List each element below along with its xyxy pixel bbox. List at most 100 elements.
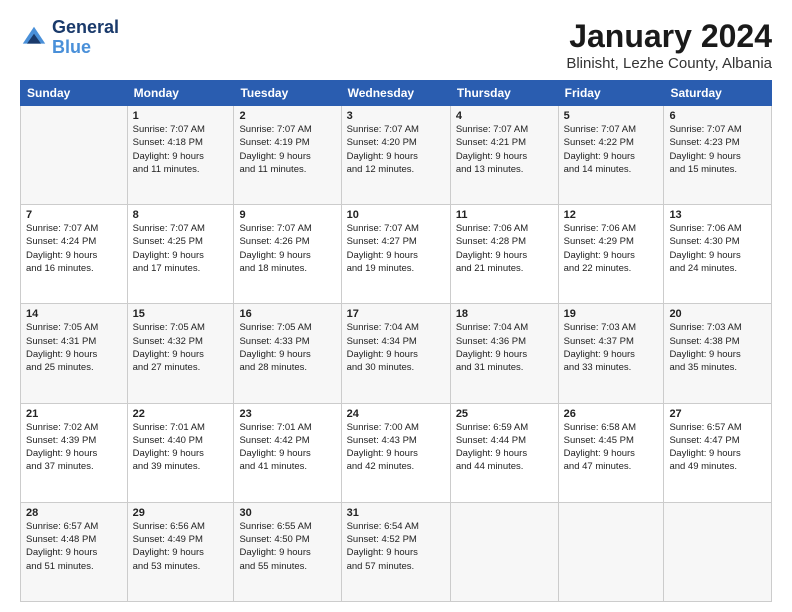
calendar-cell: 5Sunrise: 7:07 AMSunset: 4:22 PMDaylight… [558, 106, 664, 205]
cell-content: Sunrise: 7:06 AMSunset: 4:30 PMDaylight:… [669, 222, 766, 275]
title-block: January 2024 Blinisht, Lezhe County, Alb… [566, 18, 772, 72]
calendar-header: SundayMondayTuesdayWednesdayThursdayFrid… [21, 81, 772, 106]
cell-content: Sunrise: 7:03 AMSunset: 4:37 PMDaylight:… [564, 321, 659, 374]
cell-content: Sunrise: 7:07 AMSunset: 4:26 PMDaylight:… [239, 222, 335, 275]
calendar-cell: 1Sunrise: 7:07 AMSunset: 4:18 PMDaylight… [127, 106, 234, 205]
calendar-table: SundayMondayTuesdayWednesdayThursdayFrid… [20, 80, 772, 602]
day-number: 3 [347, 110, 445, 122]
calendar-cell: 31Sunrise: 6:54 AMSunset: 4:52 PMDayligh… [341, 502, 450, 601]
week-row-3: 14Sunrise: 7:05 AMSunset: 4:31 PMDayligh… [21, 304, 772, 403]
week-row-5: 28Sunrise: 6:57 AMSunset: 4:48 PMDayligh… [21, 502, 772, 601]
weekday-header-sunday: Sunday [21, 81, 128, 106]
weekday-header-tuesday: Tuesday [234, 81, 341, 106]
day-number: 2 [239, 110, 335, 122]
weekday-header-monday: Monday [127, 81, 234, 106]
logo-icon [20, 24, 48, 52]
calendar-cell: 23Sunrise: 7:01 AMSunset: 4:42 PMDayligh… [234, 403, 341, 502]
day-number: 8 [133, 209, 229, 221]
calendar-cell: 6Sunrise: 7:07 AMSunset: 4:23 PMDaylight… [664, 106, 772, 205]
cell-content: Sunrise: 7:02 AMSunset: 4:39 PMDaylight:… [26, 421, 122, 474]
day-number: 16 [239, 308, 335, 320]
day-number: 13 [669, 209, 766, 221]
calendar-cell: 21Sunrise: 7:02 AMSunset: 4:39 PMDayligh… [21, 403, 128, 502]
calendar-cell: 12Sunrise: 7:06 AMSunset: 4:29 PMDayligh… [558, 205, 664, 304]
cell-content: Sunrise: 7:07 AMSunset: 4:19 PMDaylight:… [239, 123, 335, 176]
calendar-cell [21, 106, 128, 205]
page-subtitle: Blinisht, Lezhe County, Albania [566, 55, 772, 72]
calendar-cell: 10Sunrise: 7:07 AMSunset: 4:27 PMDayligh… [341, 205, 450, 304]
day-number: 5 [564, 110, 659, 122]
day-number: 30 [239, 507, 335, 519]
cell-content: Sunrise: 7:07 AMSunset: 4:20 PMDaylight:… [347, 123, 445, 176]
calendar-cell: 13Sunrise: 7:06 AMSunset: 4:30 PMDayligh… [664, 205, 772, 304]
header: General Blue January 2024 Blinisht, Lezh… [20, 18, 772, 72]
cell-content: Sunrise: 6:54 AMSunset: 4:52 PMDaylight:… [347, 520, 445, 573]
day-number: 27 [669, 408, 766, 420]
calendar-cell: 18Sunrise: 7:04 AMSunset: 4:36 PMDayligh… [450, 304, 558, 403]
calendar-cell: 24Sunrise: 7:00 AMSunset: 4:43 PMDayligh… [341, 403, 450, 502]
cell-content: Sunrise: 7:07 AMSunset: 4:18 PMDaylight:… [133, 123, 229, 176]
week-row-1: 1Sunrise: 7:07 AMSunset: 4:18 PMDaylight… [21, 106, 772, 205]
day-number: 24 [347, 408, 445, 420]
cell-content: Sunrise: 6:57 AMSunset: 4:48 PMDaylight:… [26, 520, 122, 573]
cell-content: Sunrise: 7:07 AMSunset: 4:25 PMDaylight:… [133, 222, 229, 275]
weekday-header-thursday: Thursday [450, 81, 558, 106]
cell-content: Sunrise: 7:07 AMSunset: 4:27 PMDaylight:… [347, 222, 445, 275]
cell-content: Sunrise: 7:04 AMSunset: 4:36 PMDaylight:… [456, 321, 553, 374]
calendar-cell: 26Sunrise: 6:58 AMSunset: 4:45 PMDayligh… [558, 403, 664, 502]
cell-content: Sunrise: 7:07 AMSunset: 4:23 PMDaylight:… [669, 123, 766, 176]
calendar-cell [558, 502, 664, 601]
cell-content: Sunrise: 6:59 AMSunset: 4:44 PMDaylight:… [456, 421, 553, 474]
calendar-cell: 9Sunrise: 7:07 AMSunset: 4:26 PMDaylight… [234, 205, 341, 304]
cell-content: Sunrise: 7:01 AMSunset: 4:42 PMDaylight:… [239, 421, 335, 474]
cell-content: Sunrise: 6:57 AMSunset: 4:47 PMDaylight:… [669, 421, 766, 474]
day-number: 19 [564, 308, 659, 320]
calendar-cell: 4Sunrise: 7:07 AMSunset: 4:21 PMDaylight… [450, 106, 558, 205]
calendar-cell: 11Sunrise: 7:06 AMSunset: 4:28 PMDayligh… [450, 205, 558, 304]
day-number: 12 [564, 209, 659, 221]
cell-content: Sunrise: 7:07 AMSunset: 4:22 PMDaylight:… [564, 123, 659, 176]
day-number: 4 [456, 110, 553, 122]
cell-content: Sunrise: 7:06 AMSunset: 4:29 PMDaylight:… [564, 222, 659, 275]
day-number: 22 [133, 408, 229, 420]
weekday-header-saturday: Saturday [664, 81, 772, 106]
calendar-cell: 22Sunrise: 7:01 AMSunset: 4:40 PMDayligh… [127, 403, 234, 502]
day-number: 29 [133, 507, 229, 519]
cell-content: Sunrise: 7:04 AMSunset: 4:34 PMDaylight:… [347, 321, 445, 374]
calendar-cell: 8Sunrise: 7:07 AMSunset: 4:25 PMDaylight… [127, 205, 234, 304]
day-number: 10 [347, 209, 445, 221]
calendar-cell: 7Sunrise: 7:07 AMSunset: 4:24 PMDaylight… [21, 205, 128, 304]
cell-content: Sunrise: 7:05 AMSunset: 4:32 PMDaylight:… [133, 321, 229, 374]
day-number: 28 [26, 507, 122, 519]
calendar-cell: 29Sunrise: 6:56 AMSunset: 4:49 PMDayligh… [127, 502, 234, 601]
calendar-cell: 25Sunrise: 6:59 AMSunset: 4:44 PMDayligh… [450, 403, 558, 502]
cell-content: Sunrise: 7:01 AMSunset: 4:40 PMDaylight:… [133, 421, 229, 474]
calendar-cell: 19Sunrise: 7:03 AMSunset: 4:37 PMDayligh… [558, 304, 664, 403]
cell-content: Sunrise: 7:00 AMSunset: 4:43 PMDaylight:… [347, 421, 445, 474]
day-number: 26 [564, 408, 659, 420]
calendar-body: 1Sunrise: 7:07 AMSunset: 4:18 PMDaylight… [21, 106, 772, 602]
cell-content: Sunrise: 7:05 AMSunset: 4:31 PMDaylight:… [26, 321, 122, 374]
cell-content: Sunrise: 7:05 AMSunset: 4:33 PMDaylight:… [239, 321, 335, 374]
calendar-cell: 2Sunrise: 7:07 AMSunset: 4:19 PMDaylight… [234, 106, 341, 205]
day-number: 21 [26, 408, 122, 420]
calendar-cell: 16Sunrise: 7:05 AMSunset: 4:33 PMDayligh… [234, 304, 341, 403]
calendar-cell [664, 502, 772, 601]
calendar-cell: 20Sunrise: 7:03 AMSunset: 4:38 PMDayligh… [664, 304, 772, 403]
day-number: 23 [239, 408, 335, 420]
cell-content: Sunrise: 6:55 AMSunset: 4:50 PMDaylight:… [239, 520, 335, 573]
day-number: 31 [347, 507, 445, 519]
calendar-cell: 15Sunrise: 7:05 AMSunset: 4:32 PMDayligh… [127, 304, 234, 403]
calendar-cell: 27Sunrise: 6:57 AMSunset: 4:47 PMDayligh… [664, 403, 772, 502]
cell-content: Sunrise: 7:07 AMSunset: 4:21 PMDaylight:… [456, 123, 553, 176]
calendar-cell: 28Sunrise: 6:57 AMSunset: 4:48 PMDayligh… [21, 502, 128, 601]
logo-text: General Blue [52, 18, 119, 58]
day-number: 14 [26, 308, 122, 320]
day-number: 7 [26, 209, 122, 221]
week-row-4: 21Sunrise: 7:02 AMSunset: 4:39 PMDayligh… [21, 403, 772, 502]
weekday-header-friday: Friday [558, 81, 664, 106]
calendar-cell: 17Sunrise: 7:04 AMSunset: 4:34 PMDayligh… [341, 304, 450, 403]
cell-content: Sunrise: 7:03 AMSunset: 4:38 PMDaylight:… [669, 321, 766, 374]
cell-content: Sunrise: 6:58 AMSunset: 4:45 PMDaylight:… [564, 421, 659, 474]
weekday-header-wednesday: Wednesday [341, 81, 450, 106]
